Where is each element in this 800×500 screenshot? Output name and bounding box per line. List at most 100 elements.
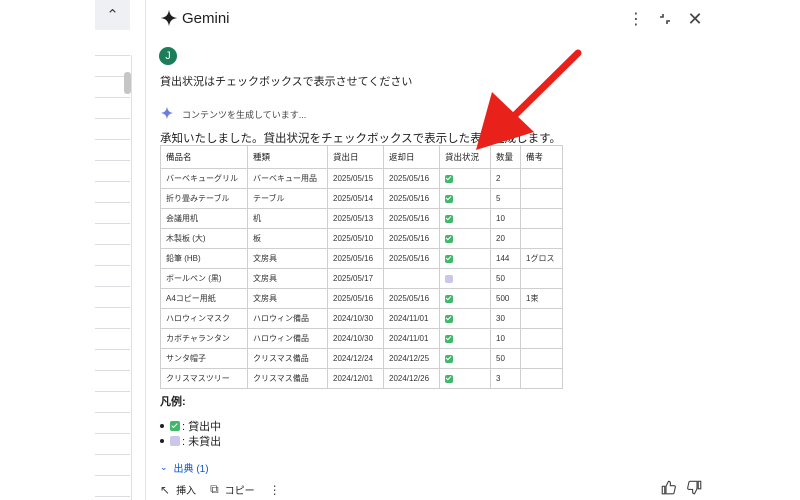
table-row: サンタ帽子 クリスマス備品 2024/12/24 2024/12/25 50	[160, 348, 563, 369]
checked-box-icon[interactable]	[445, 194, 453, 203]
user-message: 貸出状況はチェックボックスで表示させてください	[160, 76, 413, 88]
unchecked-box-icon[interactable]	[445, 274, 453, 283]
table-cell: サンタ帽子	[160, 348, 248, 369]
table-cell: 10	[490, 208, 521, 229]
legend-label: : 貸出中	[182, 420, 222, 433]
thumb-down-icon[interactable]	[687, 480, 702, 498]
table-row: ハロウィンマスク ハロウィン備品 2024/10/30 2024/11/01 30	[160, 308, 563, 329]
loan-status-cell	[439, 308, 491, 329]
insert-button[interactable]: ↖ 挿入	[160, 482, 197, 498]
insert-label: 挿入	[176, 486, 197, 497]
col-header: 備考	[520, 145, 563, 169]
table-cell: 1束	[520, 288, 563, 309]
checked-box-icon[interactable]	[445, 214, 453, 223]
legend-label: : 未貸出	[182, 435, 222, 448]
table-cell: 2024/12/26	[383, 368, 440, 389]
spreadsheet-strip: ⌃	[0, 0, 150, 500]
table-cell	[520, 308, 563, 329]
table-cell: 2024/12/01	[327, 368, 384, 389]
table-cell: 2025/05/16	[327, 248, 384, 269]
copy-button[interactable]: ⧉ コピー	[210, 482, 255, 497]
sheet-scroll-track	[131, 55, 132, 500]
table-cell: 144	[490, 248, 521, 269]
table-cell: 50	[490, 348, 521, 369]
col-header: 返却日	[383, 145, 440, 169]
checked-box-icon	[170, 420, 180, 431]
panel-title: Gemini	[182, 10, 230, 27]
table-cell: 文房具	[247, 248, 328, 269]
table-cell: 折り畳みテーブル	[160, 188, 248, 209]
table-cell: ハロウィンマスク	[160, 308, 248, 329]
table-cell: 板	[247, 228, 328, 249]
chevron-down-icon: ⌄	[160, 462, 168, 472]
table-cell: 2024/11/01	[383, 308, 440, 329]
table-cell: 2025/05/16	[383, 288, 440, 309]
table-cell: 2024/11/01	[383, 328, 440, 349]
col-header: 備品名	[160, 145, 248, 169]
loan-status-cell	[439, 288, 491, 309]
table-cell: 1グロス	[520, 248, 563, 269]
table-header-row: 備品名 種類 貸出日 返却日 貸出状況 数量 備考	[160, 145, 563, 169]
minimize-icon[interactable]	[655, 9, 675, 29]
checked-box-icon[interactable]	[445, 254, 453, 263]
table-cell: 2025/05/16	[383, 228, 440, 249]
table-row: 折り畳みテーブル テーブル 2025/05/14 2025/05/16 5	[160, 188, 563, 209]
table-row: 会議用机机 2025/05/13 2025/05/16 10	[160, 208, 563, 229]
copy-icon: ⧉	[210, 482, 219, 496]
checked-box-icon[interactable]	[445, 174, 453, 183]
bullet	[160, 438, 164, 443]
close-icon[interactable]: ✕	[685, 9, 705, 29]
table-cell: バーベキューグリル	[160, 168, 248, 189]
insert-arrow-icon: ↖	[160, 482, 171, 497]
col-header: 貸出状況	[439, 145, 491, 169]
table-cell: 2024/10/30	[327, 328, 384, 349]
checked-box-icon[interactable]	[445, 294, 453, 303]
table-cell: 2025/05/16	[383, 248, 440, 269]
sheet-scrollbar[interactable]	[124, 72, 131, 94]
table-cell	[520, 348, 563, 369]
table-row: ボールペン (黒) 文房具 2025/05/17 50	[160, 268, 563, 289]
table-cell: クリスマス備品	[247, 348, 328, 369]
sources-toggle[interactable]: ⌄ 出典 (1)	[160, 460, 209, 475]
table-cell	[520, 268, 563, 289]
table-cell: 500	[490, 288, 521, 309]
table-cell: 2024/10/30	[327, 308, 384, 329]
gemini-spark-icon	[160, 9, 178, 27]
response-intro: 承知いたしました。貸出状況をチェックボックスで表示した表を生成します。	[160, 133, 562, 145]
more-options-button[interactable]: ⋮	[269, 483, 281, 497]
table-cell: 文房具	[247, 288, 328, 309]
table-cell: ハロウィン備品	[247, 328, 328, 349]
bullet	[160, 423, 164, 428]
more-vert-icon[interactable]: ⋮	[626, 9, 646, 29]
sources-label: 出典 (1)	[173, 464, 209, 475]
table-row: カボチャランタン ハロウィン備品 2024/10/30 2024/11/01 10	[160, 328, 563, 349]
table-row: 木製板 (大) 板 2025/05/10 2025/05/16 20	[160, 228, 563, 249]
loan-status-cell	[439, 228, 491, 249]
loan-status-cell	[439, 268, 491, 289]
loan-status-cell	[439, 168, 491, 189]
table-cell: 2025/05/16	[383, 188, 440, 209]
checked-box-icon[interactable]	[445, 354, 453, 363]
checked-box-icon[interactable]	[445, 234, 453, 243]
checked-box-icon[interactable]	[445, 314, 453, 323]
loan-table: 備品名 種類 貸出日 返却日 貸出状況 数量 備考 バーベキューグリル バーベキュ…	[160, 145, 563, 389]
checked-box-icon[interactable]	[445, 374, 453, 383]
thumb-up-icon[interactable]	[661, 480, 676, 498]
table-row: バーベキューグリル バーベキュー用品 2025/05/15 2025/05/16 2	[160, 168, 563, 189]
table-cell: 2025/05/16	[383, 168, 440, 189]
table-cell	[520, 368, 563, 389]
table-cell: 50	[490, 268, 521, 289]
chevron-up-icon[interactable]: ⌃	[95, 0, 130, 30]
avatar: J	[159, 47, 177, 65]
loan-status-cell	[439, 188, 491, 209]
checked-box-icon[interactable]	[445, 334, 453, 343]
table-cell	[520, 168, 563, 189]
loan-status-cell	[439, 348, 491, 369]
copy-label: コピー	[224, 486, 255, 497]
loan-status-cell	[439, 208, 491, 229]
gemini-side-panel: Gemini ⋮ ✕ J 貸出状況はチェックボックスで表示させてください コンテ…	[145, 0, 706, 500]
table-cell: 10	[490, 328, 521, 349]
col-header: 貸出日	[327, 145, 384, 169]
table-cell: A4コピー用紙	[160, 288, 248, 309]
table-cell	[383, 268, 440, 289]
